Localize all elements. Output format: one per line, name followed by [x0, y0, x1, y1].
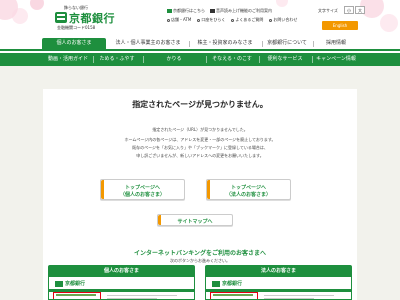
blossom-decoration — [276, 0, 288, 7]
preview-text-line — [107, 298, 157, 299]
speaker-icon — [210, 9, 215, 13]
main-area: 指定されたページが見つかりません。 指定されたページ（URL）が見つかりませんで… — [0, 66, 400, 300]
card-title: 法人のお客さま — [260, 268, 296, 274]
primary-nav: 個人のお客さま 法人・個人事業主のお客さま 株主・投資家のみなさま 京都銀行につ… — [0, 38, 400, 51]
button-label: （法人のお客さま） — [225, 192, 271, 198]
nav-item-savings[interactable]: ためる・ふやす — [94, 53, 140, 66]
internet-banking-heading: インターネットバンキングをご利用のお客さまへ — [133, 250, 267, 257]
header-links-row2: 店舗・ATM 口座をひらく よくあるご質問 お問い合わせ — [167, 17, 297, 23]
personal-preview-image[interactable]: 京都銀行 — [48, 277, 195, 300]
preview-text-line — [264, 295, 334, 296]
error-message-line: 指定されたページ（URL）が見つかりませんでした。 — [152, 127, 248, 132]
mail-icon — [269, 18, 273, 22]
corporate-banking-card[interactable]: 法人のお客さま — [205, 265, 352, 277]
card-title: 個人のお客さま — [103, 268, 139, 274]
secondary-nav: 動画・活用ガイド ためる・ふやす かりる そなえる・のこす 便利なサービス キャ… — [0, 53, 400, 66]
nav-item-services[interactable]: 便利なサービス — [260, 53, 310, 66]
preview-logo-text: 京都銀行 — [65, 281, 86, 287]
preview-text-line — [264, 298, 314, 299]
header-link-contact[interactable]: お問い合わせ — [269, 17, 297, 23]
error-message-line: ホームページ内の各ページは、アドレスを変更・一部のページを廃止しております。 — [124, 137, 276, 142]
tab-personal[interactable]: 個人のお客さま — [42, 38, 106, 49]
button-label: サイトマップへ — [177, 219, 213, 225]
error-message-line: 申し訳ございませんが、新しいアドレスへの変更をお願いいたします。 — [136, 153, 264, 158]
preview-link — [213, 294, 253, 296]
preview-text-line — [107, 295, 177, 296]
bank-icon — [167, 9, 172, 13]
bank-logo-icon[interactable] — [55, 12, 67, 23]
english-button[interactable]: English — [322, 21, 358, 30]
header-link-group[interactable]: 京都銀行はこちら — [167, 8, 205, 14]
blossom-decoration — [30, 0, 44, 10]
tab-investors[interactable]: 株主・投資家のみなさま — [190, 38, 260, 49]
button-label: トップページへ — [231, 185, 266, 191]
nav-item-campaigns[interactable]: キャンペーン情報 — [313, 53, 359, 66]
text-size-label: 文字サイズ — [318, 8, 338, 13]
preview-logo-icon — [212, 281, 220, 287]
preview-logo-icon — [55, 281, 63, 287]
internet-banking-subtitle: 次のボタンからお進みください。 — [170, 258, 230, 263]
nav-item-insurance[interactable]: そなえる・のこす — [207, 53, 257, 66]
bank-code: 金融機関コード0158 — [57, 25, 96, 30]
personal-banking-card[interactable]: 個人のお客さま — [48, 265, 195, 277]
bankbook-icon — [197, 18, 201, 22]
question-icon — [231, 18, 235, 22]
text-size-small-button[interactable]: 小 — [344, 6, 354, 14]
preview-link — [56, 294, 96, 296]
nav-item-videos[interactable]: 動画・活用ガイド — [46, 53, 90, 66]
text-size-large-button[interactable]: 大 — [355, 6, 365, 14]
nav-item-loans[interactable]: かりる — [144, 53, 204, 66]
header-links-row1: 京都銀行はこちら 音声読み上げ機能のご利用案内 — [167, 8, 272, 14]
location-icon — [167, 18, 170, 22]
tab-recruit[interactable]: 採用情報 — [314, 38, 358, 49]
button-label: トップページへ — [125, 185, 160, 191]
tab-corporate[interactable]: 法人・個人事業主のお客さま — [108, 38, 188, 49]
preview-logo-text: 京都銀行 — [222, 281, 243, 287]
blossom-decoration — [380, 14, 398, 32]
tab-about[interactable]: 京都銀行について — [263, 38, 311, 49]
header-link-stores[interactable]: 店舗・ATM — [167, 17, 191, 23]
corporate-preview-image[interactable]: 京都銀行 — [205, 277, 352, 300]
error-message-line: 既存のページを「お気に入り」や「ブックマーク」に登録している場合は、 — [132, 145, 268, 150]
top-page-personal-button[interactable]: トップページへ （個人のお客さま） — [100, 179, 185, 200]
header-link-voice[interactable]: 音声読み上げ機能のご利用案内 — [210, 8, 272, 14]
page-title: 指定されたページが見つかりません。 — [132, 100, 268, 109]
header-link-faq[interactable]: よくあるご質問 — [231, 17, 263, 23]
button-label: （個人のお客さま） — [119, 192, 165, 198]
sitemap-button[interactable]: サイトマップへ — [157, 214, 233, 226]
blossom-decoration — [12, 8, 28, 24]
site-header: 飾らない銀行 京都銀行 金融機関コード0158 京都銀行はこちら 音声読み上げ機… — [0, 0, 400, 38]
bank-logo-text[interactable]: 京都銀行 — [69, 10, 115, 26]
top-page-corporate-button[interactable]: トップページへ （法人のお客さま） — [206, 179, 291, 200]
header-link-open-account[interactable]: 口座をひらく — [197, 17, 225, 23]
